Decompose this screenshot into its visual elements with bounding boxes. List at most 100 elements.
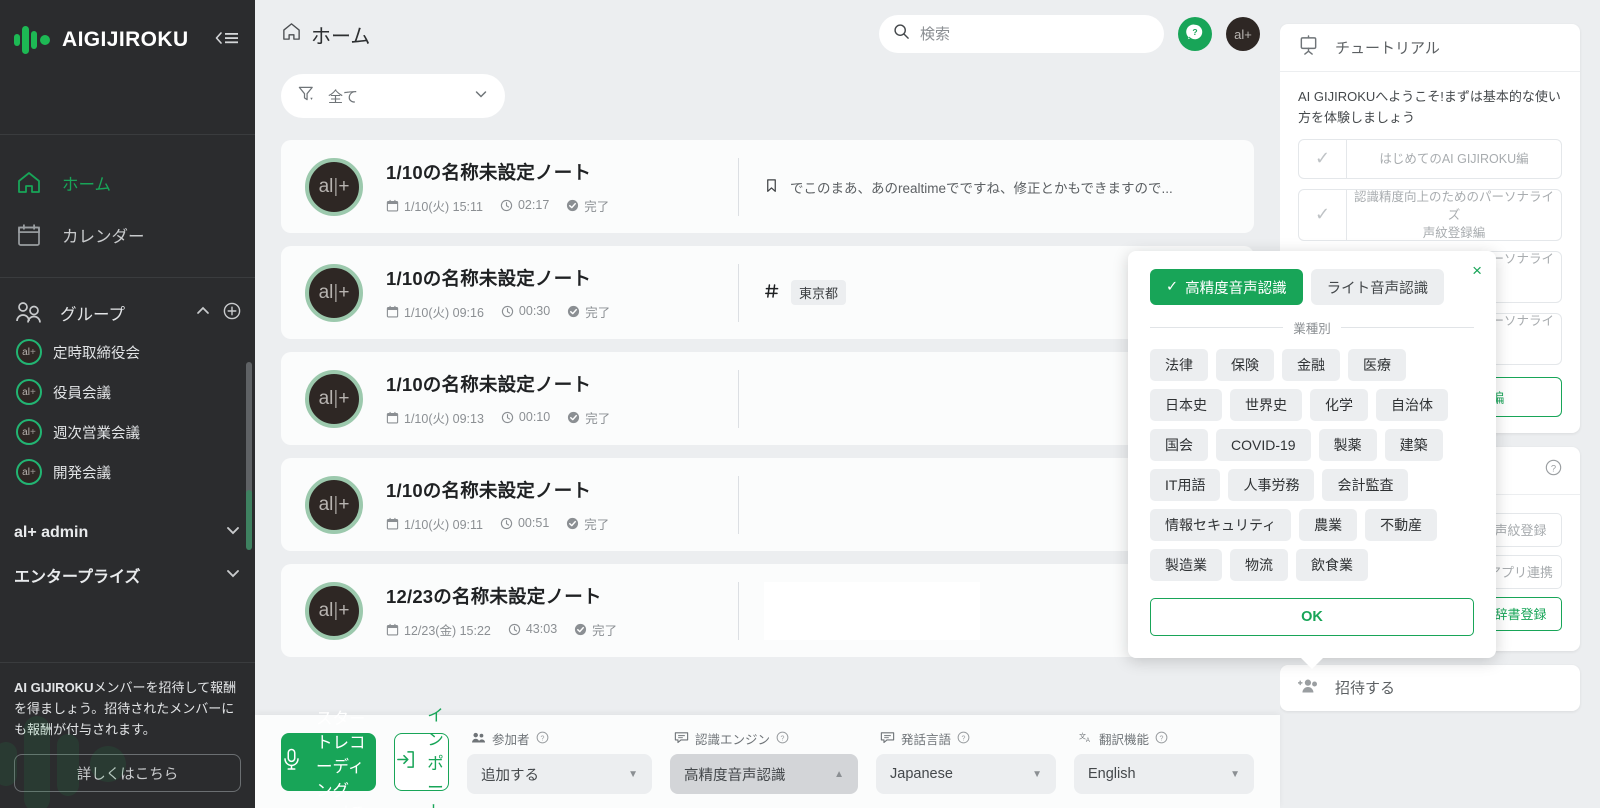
plan-selector[interactable]: エンタープライズ — [14, 553, 241, 597]
ok-button[interactable]: OK — [1150, 598, 1474, 636]
invite-card[interactable]: 招待する — [1280, 664, 1580, 711]
avatar: al + — [16, 459, 42, 485]
chip-industry[interactable]: 建築 — [1384, 429, 1443, 461]
participant-dropdown[interactable]: 追加する ▼ — [467, 754, 652, 794]
language-field: 発話言語 ? Japanese ▼ — [876, 729, 1056, 794]
chip-industry[interactable]: 金融 — [1282, 349, 1340, 381]
svg-text:?: ? — [540, 735, 544, 742]
account-selector[interactable]: al+ admin — [14, 512, 241, 553]
chip-industry[interactable]: COVID-19 — [1216, 429, 1311, 461]
help-circle-icon[interactable]: ? — [1155, 731, 1168, 747]
translation-dropdown[interactable]: English ▼ — [1074, 754, 1254, 794]
chip-industry[interactable]: 情報セキュリティ — [1150, 509, 1292, 541]
chip-industry[interactable]: 法律 — [1150, 349, 1208, 381]
chip-industry[interactable]: 医療 — [1348, 349, 1406, 381]
import-button[interactable]: インポート — [394, 707, 449, 808]
breadcrumb: ホーム — [281, 20, 370, 49]
brand-name: AIGIJIROKU — [62, 28, 189, 51]
table-row[interactable]: al|+ 1/10の名称未設定ノート 1/10(火) 09:16 00:30 — [281, 246, 1254, 339]
check-icon: ✓ — [1299, 139, 1347, 178]
chip-industry[interactable]: 自治体 — [1376, 389, 1448, 421]
svg-text:?: ? — [1551, 464, 1556, 475]
chip-industry[interactable]: 会計監査 — [1322, 469, 1409, 501]
chip-industry[interactable]: 国会 — [1150, 429, 1208, 461]
note-tag: 東京都 — [791, 280, 847, 305]
help-circle-icon[interactable]: ? — [536, 731, 549, 747]
calendar-icon — [386, 305, 399, 318]
translate-icon: 文A — [1078, 731, 1093, 747]
sidebar-item-calendar[interactable]: カレンダー — [0, 209, 255, 261]
group-item-label: 定時取締役会 — [53, 345, 140, 362]
chip-industry[interactable]: 物流 — [1230, 549, 1288, 581]
avatar[interactable]: al+ — [1226, 17, 1260, 51]
tab-light[interactable]: ライト音声認識 — [1310, 269, 1445, 305]
chip-industry[interactable]: 製造業 — [1150, 549, 1222, 581]
group-item[interactable]: al + 開発会議 — [0, 452, 255, 492]
sidebar-collapse-icon[interactable] — [213, 30, 239, 46]
group-item[interactable]: al + 役員会議 — [0, 372, 255, 412]
engine-dropdown[interactable]: 高精度音声認識 ▲ — [670, 754, 858, 794]
start-recording-label: スタートレコーディング — [316, 709, 366, 800]
language-dropdown[interactable]: Japanese ▼ — [876, 754, 1056, 794]
group-item[interactable]: al + 定時取締役会 — [0, 332, 255, 372]
svg-text:?: ? — [1192, 27, 1197, 37]
group-item[interactable]: al + 週次営業会議 — [0, 412, 255, 452]
translation-field: 文A 翻訳機能 ? English ▼ — [1074, 729, 1254, 794]
table-row[interactable]: al|+ 1/10の名称未設定ノート 1/10(火) 09:13 00:10 — [281, 352, 1254, 445]
chip-industry[interactable]: 農業 — [1299, 509, 1358, 541]
note-duration: 00:30 — [501, 304, 550, 318]
tab-high-accuracy[interactable]: ✓ 高精度音声認識 — [1150, 269, 1303, 305]
tutorial-item[interactable]: ✓ 認識精度向上のためのパーソナライズ 声紋登録編 — [1298, 188, 1562, 241]
promo-learn-more-button[interactable]: 詳しくはこちら — [14, 754, 241, 792]
invite-title: 招待する — [1335, 680, 1396, 698]
people-icon — [14, 298, 44, 328]
help-circle-icon[interactable]: ? — [1545, 459, 1562, 481]
check-circle-icon — [574, 623, 587, 636]
start-recording-button[interactable]: スタートレコーディング 一人で — [281, 710, 377, 808]
chip-industry[interactable]: 化学 — [1310, 389, 1368, 421]
check-icon: ✓ — [1299, 189, 1347, 240]
chip-industry[interactable]: 世界史 — [1230, 389, 1302, 421]
add-group-icon[interactable] — [223, 302, 241, 325]
industry-divider: 業種別 — [1150, 318, 1475, 337]
help-circle-icon[interactable]: ? — [776, 731, 789, 747]
caret-down-icon: ▼ — [1032, 768, 1042, 780]
chip-industry[interactable]: 日本史 — [1150, 389, 1222, 421]
search-box[interactable] — [879, 15, 1164, 53]
promo-brand: AI GIJIROKU — [14, 679, 94, 695]
sidebar-item-home[interactable]: ホーム — [0, 157, 255, 209]
group-header[interactable]: グループ — [0, 294, 255, 332]
table-row[interactable]: al | + 12/23の名称未設定ノート 12/23(金) 15:22 43:03 — [281, 564, 1254, 657]
sidebar-scrollbar-thumb-accent[interactable] — [246, 490, 252, 550]
bookmark-icon — [764, 178, 779, 196]
avatar: al + — [16, 379, 42, 405]
close-icon[interactable]: × — [1472, 262, 1482, 279]
calendar-icon — [386, 199, 399, 212]
promo-text: AI GIJIROKUメンバーを招待して報酬を得ましょう。招待されたメンバーにも… — [14, 677, 241, 740]
divider — [1150, 327, 1284, 328]
chip-industry[interactable]: 保険 — [1216, 349, 1274, 381]
chip-industry[interactable]: IT用語 — [1150, 469, 1221, 501]
search-input[interactable] — [920, 25, 1150, 43]
check-circle-icon — [566, 517, 579, 530]
chip-industry[interactable]: 人事労務 — [1228, 469, 1315, 501]
filter-dropdown[interactable]: 全て — [281, 74, 505, 118]
chevron-up-icon[interactable] — [195, 303, 211, 324]
sidebar-account-section: al+ admin エンタープライズ — [0, 496, 255, 605]
chip-industry[interactable]: 製薬 — [1318, 429, 1377, 461]
note-date: 12/23(金) 15:22 — [386, 620, 491, 639]
help-circle-icon[interactable]: ? — [957, 731, 970, 747]
sidebar-groups: グループ al + 定時取締役会 al + 役員会議 al + 週次営業会議 a… — [0, 278, 255, 496]
check-circle-icon — [567, 411, 580, 424]
note-title: 1/10の名称未設定ノート — [386, 479, 592, 501]
help-button[interactable]: ? — [1178, 17, 1212, 51]
action-bar: スタートレコーディング 一人で インポート 参加者 ? — [255, 707, 1280, 808]
chip-industry[interactable]: 不動産 — [1365, 509, 1438, 541]
clock-icon — [508, 623, 521, 636]
chip-industry[interactable]: 飲食業 — [1296, 549, 1368, 581]
note-list: al|+ 1/10の名称未設定ノート 1/10(火) 15:11 02:17 — [281, 140, 1254, 686]
tutorial-item[interactable]: ✓ はじめてのAI GIJIROKU編 — [1298, 138, 1562, 179]
note-memo: でこのまあ、あのrealtimeでですね、修正とかもできますので... — [790, 180, 1173, 196]
table-row[interactable]: al|+ 1/10の名称未設定ノート 1/10(火) 09:11 00:51 — [281, 458, 1254, 551]
table-row[interactable]: al|+ 1/10の名称未設定ノート 1/10(火) 15:11 02:17 — [281, 140, 1254, 233]
